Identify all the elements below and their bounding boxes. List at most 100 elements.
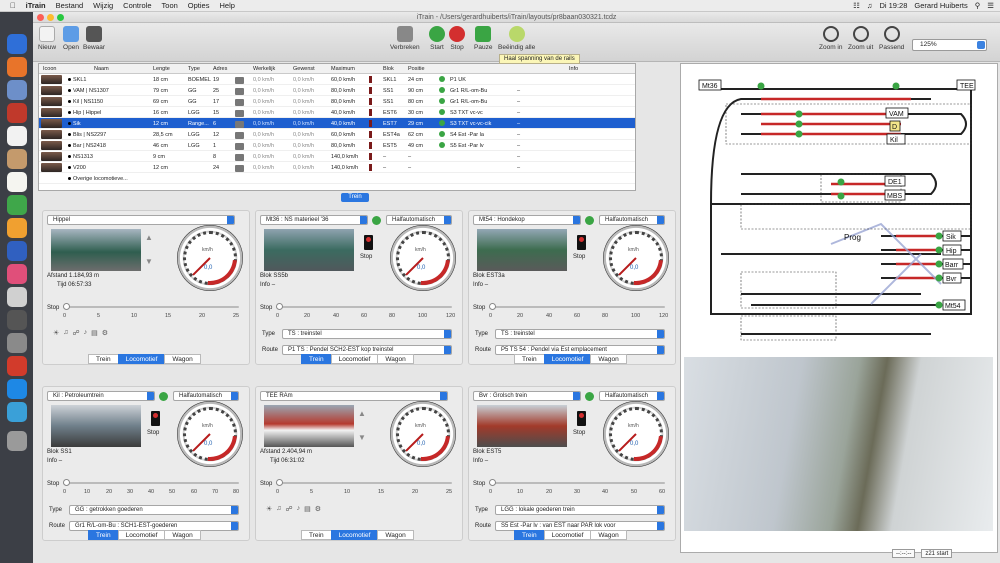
table-row[interactable]: Kil | NS1150 69 cm GG 17 0,0 km/h 0,0 km/h 80,… xyxy=(39,96,635,107)
user-name[interactable]: Gerard Huiberts xyxy=(914,1,967,10)
firefox-icon[interactable] xyxy=(6,57,27,77)
zoom-select[interactable]: 125% xyxy=(912,39,987,51)
speed-slider-knob[interactable] xyxy=(276,479,283,486)
disconnect-button[interactable]: Verbreken xyxy=(390,26,420,51)
trash-icon[interactable] xyxy=(6,431,27,451)
tab-locomotief[interactable]: Locomotief xyxy=(543,354,592,364)
route-go-icon[interactable] xyxy=(439,142,445,148)
light-icon[interactable]: ☀ xyxy=(53,329,59,337)
menu-wijzig[interactable]: Wijzig xyxy=(88,1,118,10)
tab-trein[interactable]: Trein xyxy=(301,530,332,540)
menu-opties[interactable]: Opties xyxy=(183,1,215,10)
type-select[interactable]: TS : treinstel xyxy=(282,329,452,339)
down-arrow-icon[interactable]: ▼ xyxy=(358,433,366,442)
route-go-icon[interactable] xyxy=(439,109,445,115)
coupler-icon[interactable]: ☍ xyxy=(286,505,293,513)
tab-locomotief[interactable]: Locomotief xyxy=(117,530,166,540)
zoom-stepper[interactable] xyxy=(977,41,985,49)
col-length[interactable]: Lengte xyxy=(153,66,170,72)
menu-bestand[interactable]: Bestand xyxy=(51,1,89,10)
numbers-icon[interactable] xyxy=(6,195,27,215)
type-select[interactable]: LGG : lokale goederen trein xyxy=(495,505,665,515)
app-menu[interactable]: iTrain xyxy=(21,1,51,10)
menu-toon[interactable]: Toon xyxy=(157,1,183,10)
direction-icon[interactable] xyxy=(235,121,244,128)
tab-trein[interactable]: Trein xyxy=(88,530,119,540)
direction-icon[interactable] xyxy=(235,132,244,139)
table-row[interactable]: VAM | NS1307 79 cm GG 25 0,0 km/h 0,0 km/h 80,… xyxy=(39,85,635,96)
tab-trein[interactable]: Trein xyxy=(514,530,545,540)
save-button[interactable]: Bewaar xyxy=(83,26,105,51)
pdf-icon[interactable] xyxy=(6,356,27,376)
sound-icon[interactable]: ♪ xyxy=(297,505,301,513)
tab-wagon[interactable]: Wagon xyxy=(164,530,201,540)
tab-wagon[interactable]: Wagon xyxy=(377,354,414,364)
stop-signal-icon[interactable] xyxy=(577,411,586,426)
table-row[interactable]: Blis | NS2297 28,5 cm LGG 12 0,0 km/h 0,0 km/… xyxy=(39,129,635,140)
col-icon[interactable]: Icoon xyxy=(43,66,56,72)
stop-signal-icon[interactable] xyxy=(151,411,160,426)
shunt-icon[interactable]: ⚙ xyxy=(315,505,321,513)
minimize-button[interactable] xyxy=(47,14,54,21)
tab-locomotief[interactable]: Locomotief xyxy=(330,530,379,540)
app-store-icon[interactable] xyxy=(6,379,27,399)
menu-icon[interactable]: ☰ xyxy=(987,1,994,10)
tab-locomotief[interactable]: Locomotief xyxy=(543,530,592,540)
network-icon[interactable] xyxy=(6,402,27,422)
mode-select[interactable]: Halfautomatisch xyxy=(386,215,452,225)
speed-slider[interactable] xyxy=(63,479,239,486)
speed-slider-knob[interactable] xyxy=(63,479,70,486)
up-arrow-icon[interactable]: ▲ xyxy=(145,233,153,242)
coupler-icon[interactable]: ☍ xyxy=(73,329,80,337)
route-go-icon[interactable] xyxy=(439,120,445,126)
wifi-icon[interactable]: ☷ xyxy=(853,1,860,10)
direction-icon[interactable] xyxy=(235,99,244,106)
close-button[interactable] xyxy=(37,14,44,21)
new-button[interactable]: Nieuw xyxy=(38,26,56,51)
mode-select[interactable]: Halfautomatisch xyxy=(599,215,665,225)
col-wanted[interactable]: Gewenst xyxy=(293,66,315,72)
tab-trein[interactable]: Trein xyxy=(301,354,332,364)
mode-select[interactable]: Halfautomatisch xyxy=(599,391,665,401)
stop-button[interactable]: Stop xyxy=(449,26,465,51)
col-name[interactable]: Naam xyxy=(94,66,109,72)
open-button[interactable]: Open xyxy=(63,26,79,51)
speed-slider[interactable] xyxy=(63,303,239,310)
table-row[interactable]: V200 12 cm 24 0,0 km/h 0,0 km/h 140,0 km/h – – – xyxy=(39,162,635,173)
loco-select[interactable]: Hippel xyxy=(47,215,235,225)
type-select[interactable]: TS : treinstel xyxy=(495,329,665,339)
loco-select[interactable]: Mt36 : NS materieel '36 xyxy=(260,215,368,225)
play-button[interactable] xyxy=(585,216,594,225)
speed-slider-knob[interactable] xyxy=(489,479,496,486)
speed-slider-knob[interactable] xyxy=(63,303,70,310)
zoom-out-button[interactable]: Zoom uit xyxy=(848,26,873,51)
direction-icon[interactable] xyxy=(235,77,244,84)
tab-locomotief[interactable]: Locomotief xyxy=(330,354,379,364)
tab-locomotief[interactable]: Locomotief xyxy=(117,354,166,364)
col-block[interactable]: Blok xyxy=(383,66,394,72)
tab-trein[interactable]: Trein xyxy=(88,354,119,364)
direction-icon[interactable] xyxy=(235,143,244,150)
loco-select[interactable]: Mt54 : Hondekop xyxy=(473,215,581,225)
sound-icon[interactable]: ♪ xyxy=(84,329,88,337)
loco-select[interactable]: Bvr : Grolsch trein xyxy=(473,391,581,401)
notes-icon[interactable] xyxy=(6,172,27,192)
table-row[interactable]: NS1313 9 cm 8 0,0 km/h 0,0 km/h 140,0 km/h – – – xyxy=(39,151,635,162)
itrain-icon[interactable] xyxy=(6,103,27,123)
light-icon[interactable]: ☀ xyxy=(266,505,272,513)
table-row[interactable]: Bar | NS2418 46 cm LGG 1 0,0 km/h 0,0 km/h 80,… xyxy=(39,140,635,151)
launchpad-icon[interactable] xyxy=(6,333,27,353)
cabin-icon[interactable]: ▤ xyxy=(91,329,98,337)
pause-button[interactable]: Pauze xyxy=(474,26,492,51)
speed-slider[interactable] xyxy=(489,303,665,310)
loco-select[interactable]: Kil : Petroleumtrein xyxy=(47,391,155,401)
tab-trein[interactable]: Trein xyxy=(514,354,545,364)
route-go-icon[interactable] xyxy=(439,76,445,82)
menu-controle[interactable]: Controle xyxy=(118,1,156,10)
play-button[interactable] xyxy=(159,392,168,401)
table-row[interactable]: SKL1 18 cm BOEMEL 19 0,0 km/h 0,0 km/h 60,0 km… xyxy=(39,74,635,85)
col-address[interactable]: Adres xyxy=(213,66,227,72)
route-go-icon[interactable] xyxy=(439,87,445,93)
end-all-button[interactable]: Beëindig alle xyxy=(498,26,535,51)
tab-wagon[interactable]: Wagon xyxy=(590,530,627,540)
